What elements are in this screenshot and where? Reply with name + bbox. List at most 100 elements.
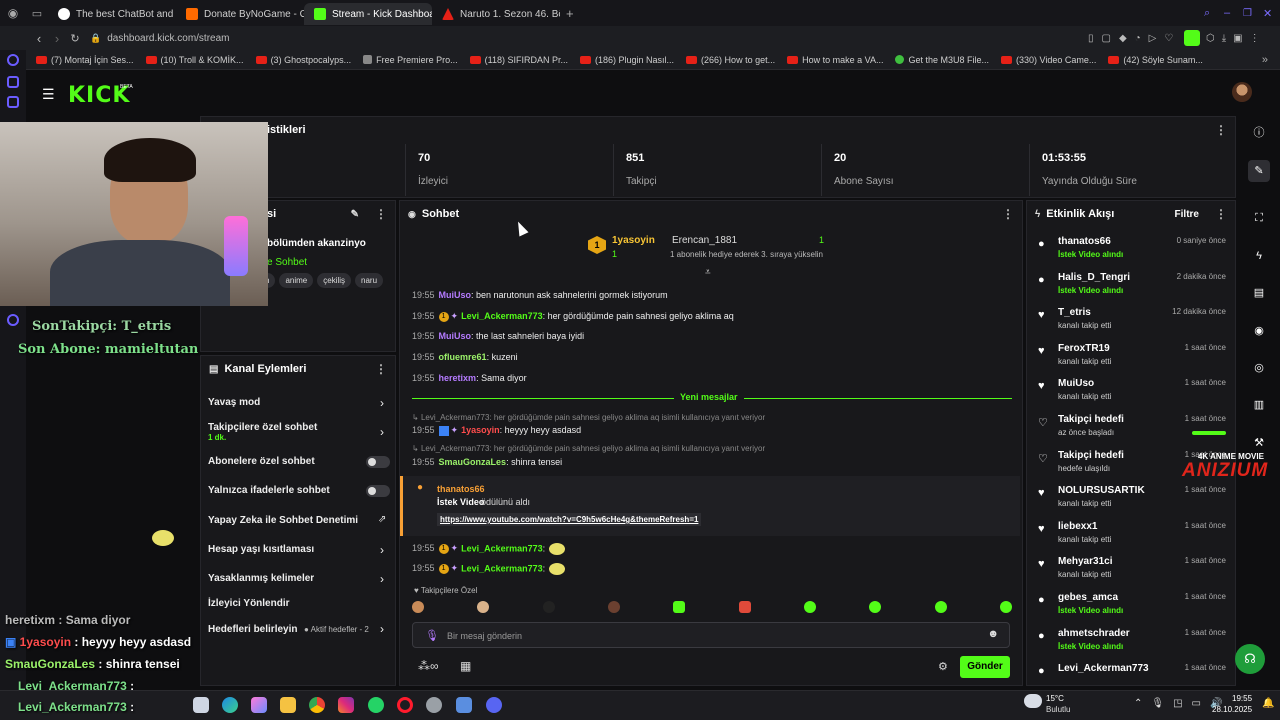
- discord-icon[interactable]: [486, 697, 502, 713]
- emote-icon[interactable]: [607, 601, 620, 613]
- message-user[interactable]: heretixm: [439, 373, 477, 383]
- browser-menu-icon[interactable]: ◉: [0, 6, 26, 20]
- activity-event[interactable]: ♥ MuiUso kanalı takip etti 1 saat önce: [1036, 378, 1226, 412]
- external-link-icon[interactable]: ⇗: [378, 514, 386, 525]
- edit-stream-icon[interactable]: ✎: [1248, 160, 1270, 182]
- emote-icon[interactable]: [803, 601, 816, 613]
- reward-user[interactable]: thanatos66: [437, 484, 485, 494]
- forward-icon[interactable]: ›: [48, 31, 66, 46]
- chevron-right-icon[interactable]: ›: [380, 425, 384, 439]
- emote-only-toggle[interactable]: [366, 485, 390, 497]
- search-tabs-icon[interactable]: ⌕: [1204, 7, 1210, 20]
- action-banned-words[interactable]: Yasaklanmış kelimeler: [208, 573, 388, 584]
- chrome-icon[interactable]: [309, 697, 325, 713]
- action-emote-only[interactable]: Yalnızca ifadelerle sohbet: [208, 485, 388, 496]
- whatsapp-icon[interactable]: [368, 697, 384, 713]
- bookmarks-more-icon[interactable]: »: [1262, 54, 1268, 66]
- sidebar-app-icon[interactable]: [7, 54, 19, 66]
- back-icon[interactable]: ‹: [30, 31, 48, 46]
- tab-naruto[interactable]: Naruto 1. Sezon 46. Bölüm: [432, 3, 560, 25]
- extension-icons[interactable]: ▯▢◆◔▷♡: [1088, 33, 1181, 44]
- activity-event[interactable]: ♥ T_etris kanalı takip etti 12 dakika önce: [1036, 307, 1226, 341]
- broadcast-icon[interactable]: ◎: [1248, 357, 1270, 379]
- opera-icon[interactable]: [397, 697, 413, 713]
- bookmark[interactable]: Get the M3U8 File...: [889, 55, 995, 65]
- message-user[interactable]: 1yasoyin: [461, 425, 500, 435]
- stream-info-more-icon[interactable]: ⋮: [375, 207, 387, 221]
- activity-event[interactable]: ♥ FeroxTR19 kanalı takip etti 1 saat önce: [1036, 343, 1226, 377]
- activity-more-icon[interactable]: ⋮: [1215, 207, 1227, 221]
- tab-list-icon[interactable]: ▭: [26, 7, 48, 20]
- bookmark[interactable]: Free Premiere Pro...: [357, 55, 464, 65]
- message-user[interactable]: MuiUso: [439, 290, 472, 300]
- tab-bynogame[interactable]: Donate ByNoGame - Gel...: [176, 3, 304, 25]
- edge-icon[interactable]: [222, 697, 238, 713]
- copilot-icon[interactable]: [251, 697, 267, 713]
- mic-icon[interactable]: 🎙: [425, 629, 439, 642]
- chevron-right-icon[interactable]: ›: [380, 543, 384, 557]
- filter-button[interactable]: Filtre: [1175, 209, 1199, 220]
- task-view-icon[interactable]: [193, 697, 209, 713]
- chevron-right-icon[interactable]: ›: [380, 396, 384, 410]
- quick-action-icon[interactable]: ϟ: [1248, 245, 1270, 267]
- bookmark[interactable]: (330) Video Came...: [995, 55, 1102, 65]
- bookmark[interactable]: (10) Troll & KOMİK...: [140, 55, 250, 65]
- extension-active-icon[interactable]: [1184, 30, 1200, 46]
- emote-icon[interactable]: [869, 601, 882, 613]
- gifter-name[interactable]: 1yasoyin: [612, 235, 655, 246]
- capture-icon[interactable]: ⛶: [1248, 207, 1270, 229]
- layout-icon[interactable]: ▥: [1248, 394, 1270, 416]
- tag[interactable]: anime: [279, 273, 314, 288]
- sidebar-app-icon[interactable]: [7, 76, 19, 88]
- address-bar[interactable]: dashboard.kick.com/stream: [107, 33, 229, 44]
- emoji-icon[interactable]: ☻: [987, 628, 999, 640]
- send-button[interactable]: Gönder: [960, 656, 1010, 678]
- action-account-age[interactable]: Hesap yaşı kısıtlaması: [208, 544, 388, 555]
- emote-icon[interactable]: [477, 601, 490, 613]
- edit-icon[interactable]: ✎: [351, 209, 359, 220]
- chevron-right-icon[interactable]: ›: [380, 622, 384, 636]
- emote-icon[interactable]: [738, 601, 751, 613]
- action-slow-mode[interactable]: Yavaş mod: [208, 397, 388, 408]
- chat-settings-icon[interactable]: ⚙: [938, 660, 948, 673]
- recipient-name[interactable]: Erencan_1881: [672, 235, 737, 246]
- chat-more-icon[interactable]: ⋮: [1002, 207, 1014, 221]
- emote-icon[interactable]: [412, 601, 424, 613]
- pinned-toggle-icon[interactable]: ⩡: [705, 267, 711, 278]
- sidebar-app-icon[interactable]: [7, 96, 19, 108]
- reward-link[interactable]: https://www.youtube.com/watch?v=C9h5w6cH…: [437, 513, 702, 526]
- stream-category[interactable]: e Sohbet: [267, 257, 307, 268]
- close-window-button[interactable]: ✕: [1263, 7, 1272, 20]
- activity-event[interactable]: ● Halis_D_Tengri İstek Video alındı 2 dakik…: [1036, 272, 1226, 306]
- chat-input[interactable]: 🎙 Bir mesaj gönderin ☻: [412, 622, 1010, 648]
- chevron-right-icon[interactable]: ›: [380, 572, 384, 586]
- info-icon[interactable]: ⓘ: [1248, 122, 1270, 144]
- bookmark[interactable]: (3) Ghostpocalyps...: [250, 55, 358, 65]
- bookmark[interactable]: (186) Plugin Nasıl...: [574, 55, 680, 65]
- reload-icon[interactable]: ↻: [66, 32, 84, 45]
- action-followers-only[interactable]: Takipçilere özel sohbet: [208, 422, 388, 433]
- store-icon[interactable]: ▦: [460, 659, 471, 673]
- bookmark[interactable]: (42) Söyle Sunam...: [1102, 55, 1209, 65]
- instagram-icon[interactable]: [338, 697, 354, 713]
- chat-rail-icon[interactable]: ◉: [1248, 320, 1270, 342]
- tab-kick-dashboard[interactable]: Stream - Kick Dashboard: [304, 3, 432, 25]
- rewards-icon[interactable]: ⁂∞: [418, 659, 439, 673]
- message-user[interactable]: MuiUso: [439, 331, 472, 341]
- document-icon[interactable]: ▤: [1248, 282, 1270, 304]
- subscribers-only-toggle[interactable]: [366, 456, 390, 468]
- action-raid[interactable]: İzleyici Yönlendir: [208, 598, 388, 609]
- bookmark[interactable]: (266) How to get...: [680, 55, 781, 65]
- hamburger-menu-icon[interactable]: ☰: [42, 86, 55, 103]
- maximize-window-button[interactable]: ❐: [1243, 8, 1252, 19]
- emote-icon[interactable]: [673, 601, 686, 613]
- tag[interactable]: naru: [355, 273, 384, 288]
- new-tab-button[interactable]: +: [566, 6, 574, 21]
- action-subscribers-only[interactable]: Abonelere özel sohbet: [208, 456, 388, 467]
- toolbar-more-icons[interactable]: ⬡⤓▣⋮: [1206, 33, 1267, 44]
- tab-chatbot[interactable]: The best ChatBot and W...: [48, 3, 176, 25]
- emote-icon[interactable]: [934, 601, 947, 613]
- file-explorer-icon[interactable]: [280, 697, 296, 713]
- user-avatar[interactable]: [1232, 82, 1252, 102]
- action-ai-moderation[interactable]: Yapay Zeka ile Sohbet Denetimi: [208, 515, 388, 526]
